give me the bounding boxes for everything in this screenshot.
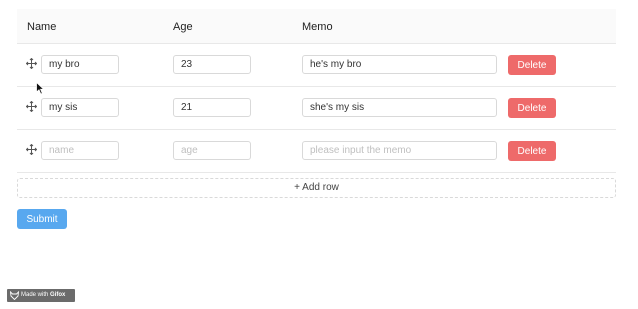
name-input[interactable] [41, 141, 119, 160]
age-input[interactable] [173, 98, 251, 117]
memo-input[interactable] [302, 141, 497, 160]
editable-table: Name Age Memo Delete Delete Delete [17, 9, 616, 173]
table-row: Delete [17, 130, 616, 173]
table-header: Name Age Memo [17, 9, 616, 44]
drag-handle-icon[interactable] [26, 101, 37, 112]
watermark-badge: Made with Gifox [7, 289, 75, 302]
column-header-memo: Memo [302, 21, 333, 33]
column-header-name: Name [27, 21, 57, 33]
name-input[interactable] [41, 55, 119, 74]
fox-logo-icon [10, 291, 19, 300]
drag-handle-icon[interactable] [26, 58, 37, 69]
watermark-prefix: Made with [21, 292, 49, 298]
memo-input[interactable] [302, 55, 497, 74]
table-row: Delete [17, 87, 616, 130]
mouse-cursor-icon [36, 82, 45, 95]
submit-button[interactable]: Submit [17, 209, 67, 229]
watermark-brand: Gifox [50, 292, 66, 298]
column-header-age: Age [173, 21, 193, 33]
drag-handle-icon[interactable] [26, 144, 37, 155]
delete-button[interactable]: Delete [508, 141, 556, 161]
table-row: Delete [17, 44, 616, 87]
delete-button[interactable]: Delete [508, 55, 556, 75]
age-input[interactable] [173, 141, 251, 160]
name-input[interactable] [41, 98, 119, 117]
add-row-button[interactable]: + Add row [17, 178, 616, 198]
age-input[interactable] [173, 55, 251, 74]
watermark-text: Made with Gifox [21, 289, 65, 302]
memo-input[interactable] [302, 98, 497, 117]
delete-button[interactable]: Delete [508, 98, 556, 118]
